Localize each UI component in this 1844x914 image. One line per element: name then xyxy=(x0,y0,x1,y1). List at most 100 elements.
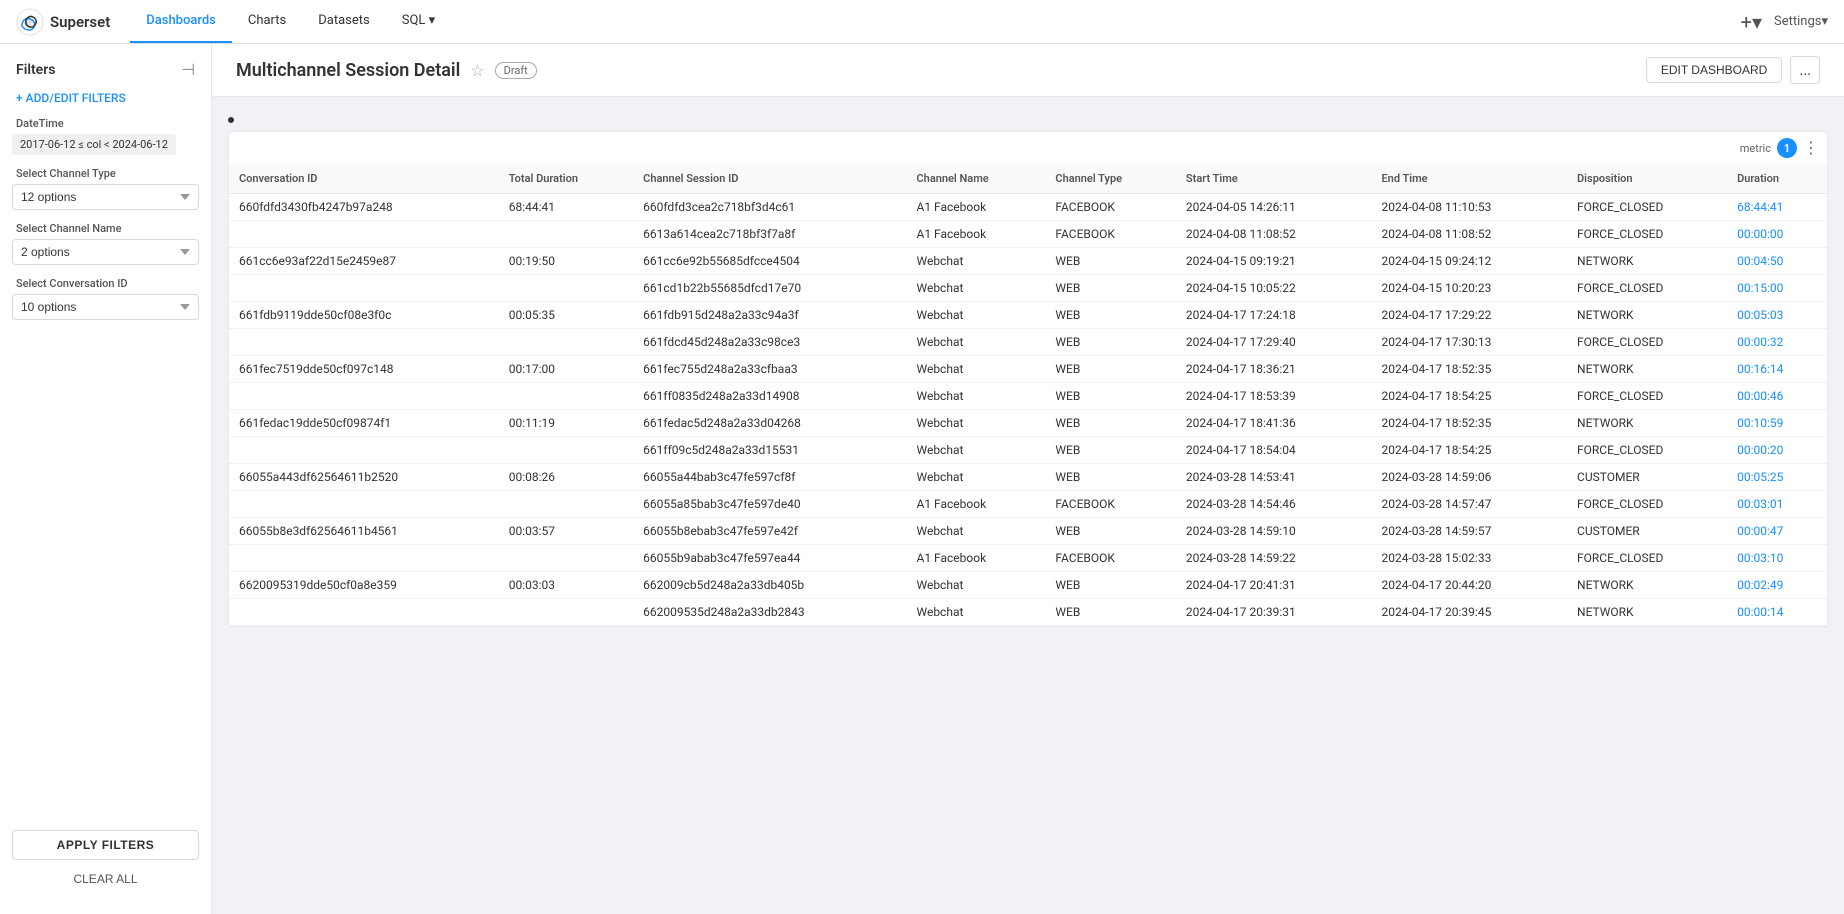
more-options-button[interactable]: ... xyxy=(1790,56,1820,84)
cell-end-time: 2024-04-15 10:20:23 xyxy=(1371,275,1567,302)
cell-start-time: 2024-04-17 17:29:40 xyxy=(1176,329,1372,356)
cell-channel-session-id: 6613a614cea2c718bf3f7a8f xyxy=(633,221,906,248)
cell-conversation-id: 661cc6e93af22d15e2459e87 xyxy=(229,248,499,275)
cell-channel-name: Webchat xyxy=(906,329,1045,356)
col-end-time: End Time xyxy=(1371,164,1567,194)
cell-total-duration: 68:44:41 xyxy=(499,194,633,221)
logo[interactable]: Superset xyxy=(16,8,110,36)
main-content: Multichannel Session Detail ☆ Draft EDIT… xyxy=(212,44,1844,914)
nav-charts[interactable]: Charts xyxy=(232,0,302,43)
cell-end-time: 2024-03-28 14:57:47 xyxy=(1371,491,1567,518)
cell-channel-session-id: 66055b9abab3c47fe597ea44 xyxy=(633,545,906,572)
col-duration: Duration xyxy=(1727,164,1827,194)
cell-channel-type: WEB xyxy=(1045,518,1176,545)
cell-conversation-id xyxy=(229,383,499,410)
table-toolbar: metric 1 ⋮ xyxy=(229,132,1827,164)
table-row: 661fdcd45d248a2a33c98ce3WebchatWEB2024-0… xyxy=(229,329,1827,356)
cell-duration: 00:10:59 xyxy=(1727,410,1827,437)
dashboard-header: Multichannel Session Detail ☆ Draft EDIT… xyxy=(212,44,1844,97)
cell-channel-name: Webchat xyxy=(906,302,1045,329)
cell-conversation-id xyxy=(229,545,499,572)
cell-start-time: 2024-03-28 14:53:41 xyxy=(1176,464,1372,491)
clear-all-button[interactable]: CLEAR ALL xyxy=(12,868,199,890)
cell-total-duration xyxy=(499,383,633,410)
cell-channel-session-id: 661fdb915d248a2a33c94a3f xyxy=(633,302,906,329)
cell-channel-session-id: 66055b8ebab3c47fe597e42f xyxy=(633,518,906,545)
nav-datasets[interactable]: Datasets xyxy=(302,0,386,43)
cell-disposition: CUSTOMER xyxy=(1567,518,1727,545)
cell-end-time: 2024-04-17 18:54:25 xyxy=(1371,383,1567,410)
table-options-button[interactable]: ⋮ xyxy=(1803,138,1819,158)
cell-channel-type: FACEBOOK xyxy=(1045,491,1176,518)
session-detail-table: Conversation ID Total Duration Channel S… xyxy=(229,164,1827,626)
cell-disposition: FORCE_CLOSED xyxy=(1567,383,1727,410)
cell-duration: 00:04:50 xyxy=(1727,248,1827,275)
channel-name-label: Select Channel Name xyxy=(12,222,199,235)
cell-start-time: 2024-04-17 20:41:31 xyxy=(1176,572,1372,599)
cell-channel-session-id: 661ff09c5d248a2a33d15531 xyxy=(633,437,906,464)
filters-title: Filters xyxy=(16,62,55,78)
edit-dashboard-button[interactable]: EDIT DASHBOARD xyxy=(1646,57,1782,83)
cell-end-time: 2024-04-17 17:30:13 xyxy=(1371,329,1567,356)
cell-channel-session-id: 661cd1b22b55685dfcd17e70 xyxy=(633,275,906,302)
channel-name-select[interactable]: 2 options xyxy=(12,239,199,265)
add-button[interactable]: +▾ xyxy=(1741,10,1762,34)
cell-channel-name: A1 Facebook xyxy=(906,491,1045,518)
cell-disposition: CUSTOMER xyxy=(1567,464,1727,491)
conversation-id-select[interactable]: 10 options xyxy=(12,294,199,320)
table-row: 661cc6e93af22d15e2459e8700:19:50661cc6e9… xyxy=(229,248,1827,275)
channel-type-select[interactable]: 12 options xyxy=(12,184,199,210)
collapse-sidebar-button[interactable]: ⊣ xyxy=(181,60,195,79)
cell-conversation-id: 660fdfd3430fb4247b97a248 xyxy=(229,194,499,221)
cell-channel-type: WEB xyxy=(1045,329,1176,356)
datetime-filter-section: DateTime 2017-06-12 ≤ col < 2024-06-12 xyxy=(0,117,211,167)
dot-indicator xyxy=(228,117,234,123)
cell-channel-name: A1 Facebook xyxy=(906,545,1045,572)
cell-channel-type: WEB xyxy=(1045,599,1176,626)
cell-channel-name: A1 Facebook xyxy=(906,221,1045,248)
dashboard-title: Multichannel Session Detail xyxy=(236,60,460,81)
settings-button[interactable]: Settings▾ xyxy=(1774,14,1828,29)
cell-start-time: 2024-03-28 14:59:10 xyxy=(1176,518,1372,545)
table-row: 661fdb9119dde50cf08e3f0c00:05:35661fdb91… xyxy=(229,302,1827,329)
apply-filters-button[interactable]: APPLY FILTERS xyxy=(12,830,199,860)
cell-end-time: 2024-04-08 11:10:53 xyxy=(1371,194,1567,221)
cell-channel-session-id: 662009cb5d248a2a33db405b xyxy=(633,572,906,599)
cell-channel-name: Webchat xyxy=(906,410,1045,437)
cell-end-time: 2024-04-17 18:52:35 xyxy=(1371,410,1567,437)
cell-total-duration: 00:19:50 xyxy=(499,248,633,275)
cell-disposition: FORCE_CLOSED xyxy=(1567,275,1727,302)
cell-channel-name: A1 Facebook xyxy=(906,194,1045,221)
cell-end-time: 2024-04-17 18:52:35 xyxy=(1371,356,1567,383)
cell-total-duration xyxy=(499,545,633,572)
star-icon[interactable]: ☆ xyxy=(470,61,484,80)
table-row: 66055b9abab3c47fe597ea44A1 FacebookFACEB… xyxy=(229,545,1827,572)
cell-start-time: 2024-03-28 14:54:46 xyxy=(1176,491,1372,518)
superset-logo-icon xyxy=(16,8,44,36)
cell-duration: 00:05:25 xyxy=(1727,464,1827,491)
cell-disposition: FORCE_CLOSED xyxy=(1567,329,1727,356)
cell-conversation-id: 6620095319dde50cf0a8e359 xyxy=(229,572,499,599)
cell-disposition: FORCE_CLOSED xyxy=(1567,491,1727,518)
add-edit-filters-button[interactable]: + ADD/EDIT FILTERS xyxy=(0,87,211,117)
nav-sql[interactable]: SQL ▾ xyxy=(386,0,451,43)
cell-duration: 00:03:01 xyxy=(1727,491,1827,518)
cell-duration: 00:05:03 xyxy=(1727,302,1827,329)
cell-total-duration: 00:03:57 xyxy=(499,518,633,545)
table-row: 661fedac19dde50cf09874f100:11:19661fedac… xyxy=(229,410,1827,437)
cell-channel-type: WEB xyxy=(1045,302,1176,329)
cell-channel-type: WEB xyxy=(1045,437,1176,464)
cell-conversation-id: 66055a443df62564611b2520 xyxy=(229,464,499,491)
filters-sidebar: Filters ⊣ + ADD/EDIT FILTERS DateTime 20… xyxy=(0,44,212,914)
cell-channel-name: Webchat xyxy=(906,437,1045,464)
nav-dashboards[interactable]: Dashboards xyxy=(130,0,232,43)
col-conversation-id: Conversation ID xyxy=(229,164,499,194)
datetime-filter-value[interactable]: 2017-06-12 ≤ col < 2024-06-12 xyxy=(12,134,176,155)
cell-channel-name: Webchat xyxy=(906,356,1045,383)
cell-channel-type: FACEBOOK xyxy=(1045,194,1176,221)
cell-disposition: NETWORK xyxy=(1567,356,1727,383)
cell-disposition: NETWORK xyxy=(1567,410,1727,437)
cell-end-time: 2024-04-17 17:29:22 xyxy=(1371,302,1567,329)
top-navigation: Superset Dashboards Charts Datasets SQL … xyxy=(0,0,1844,44)
cell-channel-type: WEB xyxy=(1045,383,1176,410)
